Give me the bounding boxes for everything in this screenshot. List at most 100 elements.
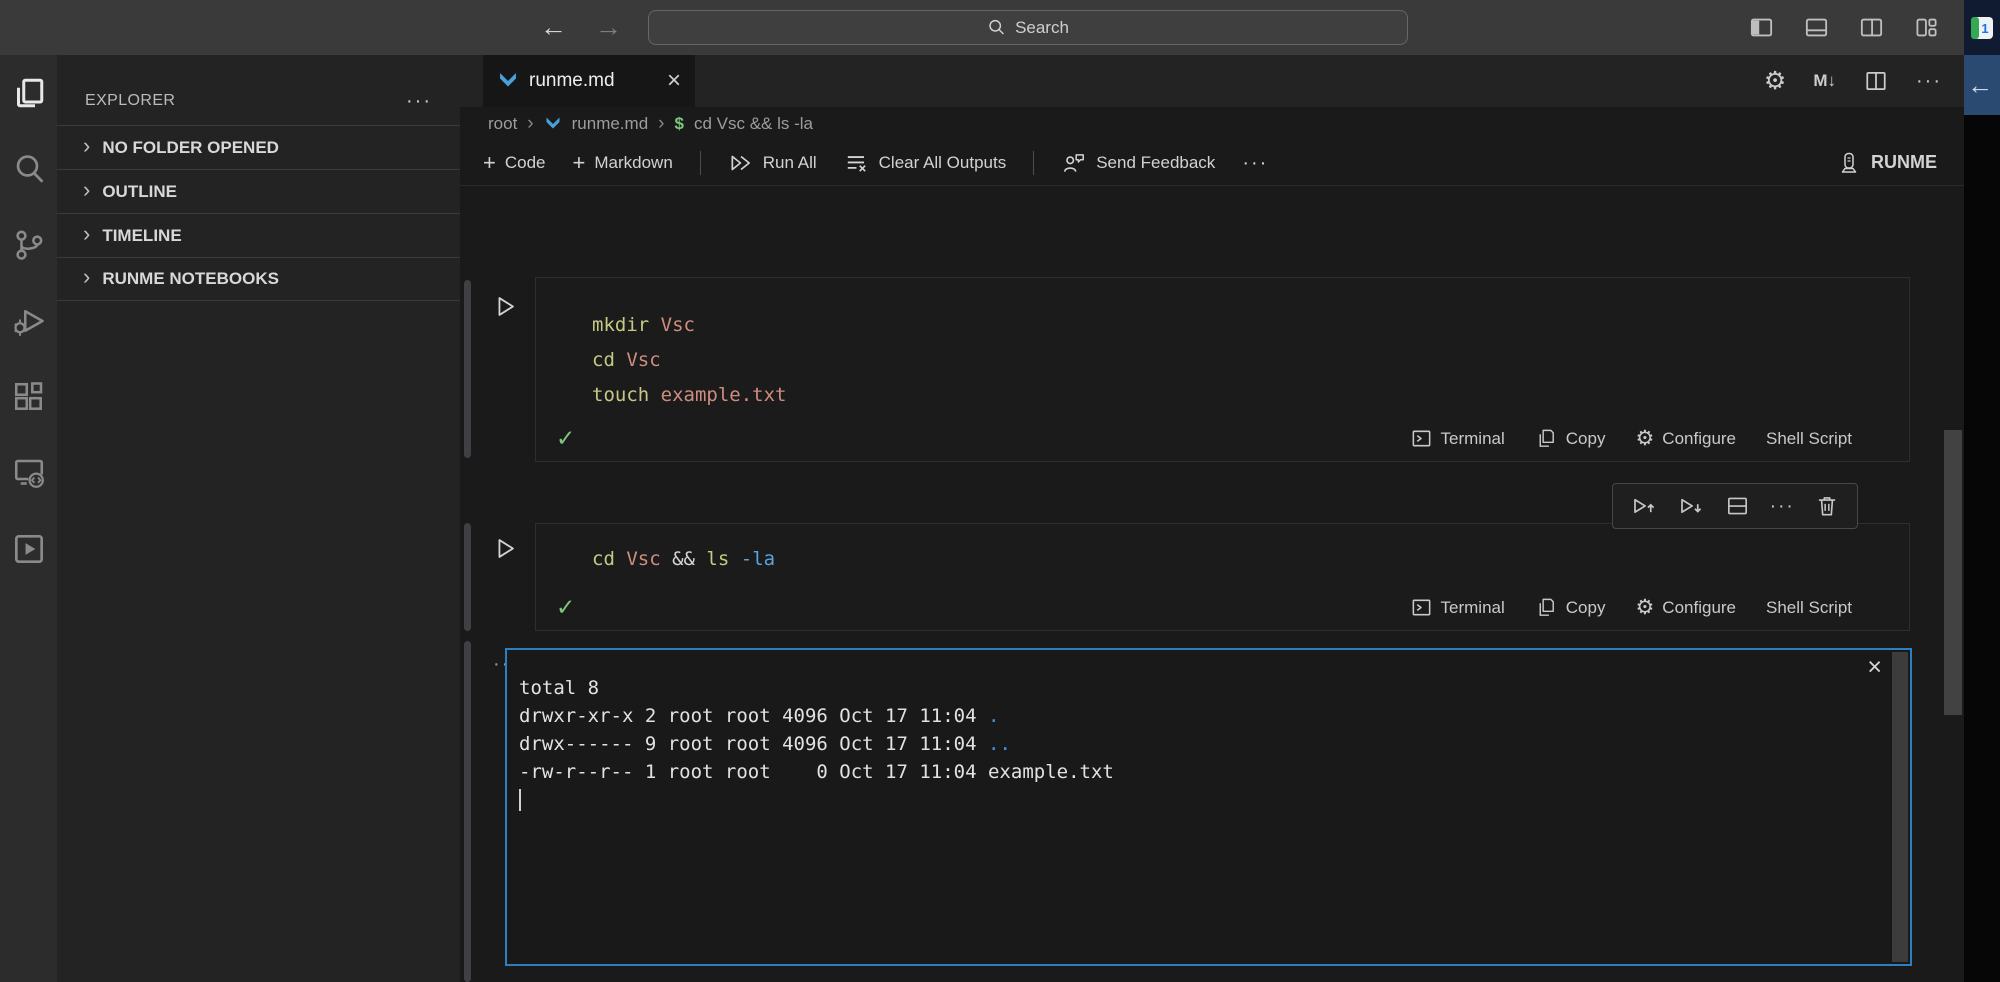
toolbar-divider [700,151,701,175]
cell-focus-indicator[interactable] [464,280,471,458]
close-output-button[interactable]: × [1867,655,1882,680]
execute-above-button[interactable] [1630,493,1658,520]
terminal-label: Terminal [1441,598,1505,618]
notebook-toolbar: + Code + Markdown Run All [460,140,1964,186]
cell-language-label[interactable]: Shell Script [1766,429,1852,449]
editor-more-actions-button[interactable]: ··· [1916,71,1942,91]
sidebar-section-runme-notebooks[interactable]: › RUNME NOTEBOOKS [57,257,460,301]
code-token: touch [592,384,649,406]
activitybar-item-extensions[interactable] [0,359,57,435]
external-window-icon[interactable]: 1 [1970,16,1994,40]
run-cell-button[interactable] [491,534,518,563]
activitybar-item-explorer[interactable] [0,55,57,131]
delete-cell-button[interactable] [1814,493,1840,519]
toggle-panel-button[interactable] [1803,15,1830,40]
copy-button[interactable]: Copy [1535,596,1606,619]
cell-focus-indicator[interactable] [464,523,471,631]
terminal-button[interactable]: Terminal [1410,427,1505,450]
vscode-window: ← → Search [0,0,2000,982]
add-code-cell-button[interactable]: + Code [483,150,546,176]
execute-below-button[interactable] [1677,493,1705,520]
output-token: total 8 [519,677,599,699]
plus-icon: + [483,150,496,176]
code-token: cd [592,349,615,371]
layout-panel-icon [1803,15,1830,40]
code-token: mkdir [592,314,649,336]
markdown-preview-button[interactable]: M↓ [1813,71,1836,91]
history-back-button[interactable]: ← [540,14,567,41]
copy-icon [1535,427,1558,450]
external-back-button[interactable]: ← [1964,55,2000,115]
chevron-right-icon: › [83,179,90,201]
explorer-more-actions-button[interactable]: ··· [406,91,432,111]
output-token: . [988,705,999,727]
gear-icon[interactable]: ⚙ [1764,69,1786,94]
terminal-label: Terminal [1441,429,1505,449]
breadcrumb: root › runme.md › $ cd Vsc && ls -la [460,107,1964,140]
activitybar-item-remote-explorer[interactable] [0,435,57,511]
tab-bar: runme.md × ⚙ M↓ ··· [460,55,1964,107]
code-token: && [661,548,707,570]
configure-label: Configure [1662,598,1736,618]
customize-layout-button[interactable] [1913,15,1940,40]
output-token: -rw-r--r-- 1 root root 0 Oct 17 11:04 ex… [519,761,1114,783]
breadcrumb-file[interactable]: runme.md [572,114,649,134]
output-focus-indicator[interactable] [464,641,471,982]
editor-scrollbar[interactable] [1944,430,1962,715]
command-center-search[interactable]: Search [648,10,1408,45]
split-cell-icon [1724,493,1751,519]
cell-success-check-icon: ✓ [556,427,575,450]
configure-button[interactable]: ⚙ Configure [1635,428,1736,449]
copy-button[interactable]: Copy [1535,427,1606,450]
tab-close-button[interactable]: × [667,69,681,93]
clear-all-outputs-label: Clear All Outputs [879,153,1007,173]
run-all-button[interactable]: Run All [728,151,817,175]
code-cell-2[interactable]: cd Vsc && ls -la ✓ Terminal [535,523,1910,631]
code-cell-1[interactable]: mkdir Vsccd Vsctouch example.txt ✓ Termi… [535,277,1910,462]
breadcrumb-root[interactable]: root [488,114,517,134]
history-forward-button[interactable]: → [595,14,622,41]
cell-language-label[interactable]: Shell Script [1766,598,1852,618]
run-above-icon [1630,493,1658,520]
sidebar-section-no-folder-opened[interactable]: › NO FOLDER OPENED [57,125,460,169]
tab-runme-md[interactable]: runme.md × [483,55,695,107]
send-feedback-button[interactable]: Send Feedback [1061,151,1215,175]
activitybar-item-run-debug[interactable] [0,283,57,359]
output-scrollbar[interactable] [1892,652,1908,962]
sidebar-title: EXPLORER [85,92,175,110]
add-markdown-cell-button[interactable]: + Markdown [573,150,673,176]
copy-label: Copy [1566,598,1606,618]
split-editor-button[interactable] [1863,69,1889,93]
split-cell-button[interactable] [1724,493,1751,519]
copy-icon [1535,596,1558,619]
activitybar-item-runme[interactable] [0,511,57,587]
run-cell-button[interactable] [491,292,518,321]
cell-code[interactable]: cd Vsc && ls -la [536,524,1909,577]
sidebar-section-outline[interactable]: › OUTLINE [57,169,460,213]
back-arrow-icon: ← [1967,72,1993,98]
chevron-right-icon: › [83,223,90,245]
toggle-primary-sidebar-button[interactable] [1748,15,1775,40]
code-token: Vsc [649,314,695,336]
chevron-right-icon: › [527,114,533,133]
output-text[interactable]: total 8drwxr-xr-x 2 root root 4096 Oct 1… [507,650,1910,814]
toggle-secondary-sidebar-button[interactable] [1858,15,1885,40]
configure-button[interactable]: ⚙ Configure [1635,597,1736,618]
background-window-titlebar: 1 [1964,0,2000,55]
activitybar-item-search[interactable] [0,131,57,207]
terminal-output[interactable]: total 8drwxr-xr-x 2 root root 4096 Oct 1… [505,648,1912,966]
cell-more-actions-button[interactable]: ··· [1770,497,1795,516]
remote-explorer-icon [11,455,47,491]
copy-label: Copy [1566,429,1606,449]
breadcrumb-command[interactable]: cd Vsc && ls -la [694,114,813,134]
activitybar-item-source-control[interactable] [0,207,57,283]
sidebar-section-timeline[interactable]: › TIMELINE [57,213,460,257]
clear-all-outputs-button[interactable]: Clear All Outputs [844,151,1007,175]
search-label: Search [1015,18,1069,38]
search-icon [11,151,47,187]
code-token: example.txt [649,384,786,406]
toolbar-more-actions-button[interactable]: ··· [1242,153,1268,173]
terminal-button[interactable]: Terminal [1410,596,1505,619]
background-window-edge: 1 ← [1964,0,2000,982]
cell-code[interactable]: mkdir Vsccd Vsctouch example.txt [536,278,1909,413]
